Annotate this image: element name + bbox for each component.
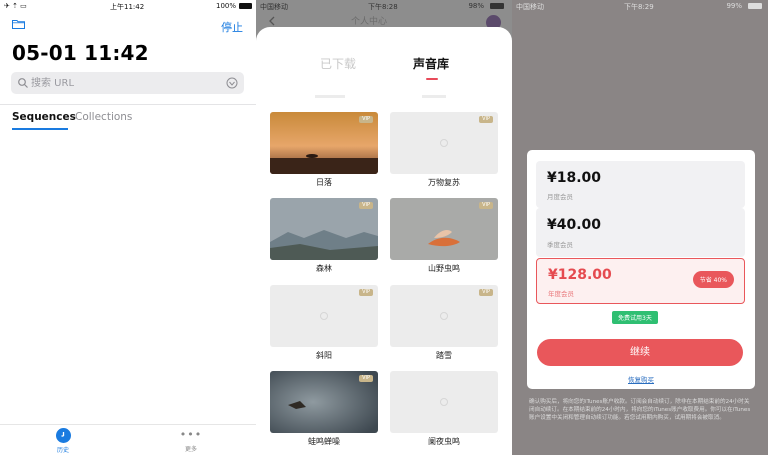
status-battery: 98% <box>468 2 484 10</box>
plan-price: ¥128.00 <box>548 267 612 283</box>
placeholder-icon <box>440 398 448 406</box>
active-tab-indicator <box>12 128 68 130</box>
status-battery: 100% <box>215 2 236 10</box>
plan-monthly[interactable]: ¥18.00 月度会员 <box>536 161 745 208</box>
sound-label: 斜阳 <box>316 351 332 360</box>
vip-badge: VIP <box>479 116 493 123</box>
active-tab-indicator <box>426 78 438 80</box>
status-bar: 中国移动 下午8:28 98% <box>256 0 512 13</box>
sound-library-screen: 中国移动 下午8:28 98% 个人中心 已下载 声音库 VIP 日落 VIP … <box>256 0 512 455</box>
status-carrier: 中国移动 <box>516 3 544 11</box>
divider <box>0 104 256 105</box>
tab-downloaded[interactable]: 已下载 <box>320 55 356 72</box>
search-icon <box>18 78 28 88</box>
status-time: 下午8:29 <box>624 3 654 11</box>
sound-card-night-insects[interactable] <box>390 371 498 433</box>
status-battery: 99% <box>726 2 742 10</box>
vip-badge: VIP <box>479 289 493 296</box>
placeholder-icon <box>320 312 328 320</box>
subscription-modal: ¥18.00 月度会员 ¥40.00 季度会员 ¥128.00 年度会员 节省 … <box>527 150 755 389</box>
sound-card-slanting-sun[interactable]: VIP <box>270 285 378 347</box>
bottom-sheet: 已下载 声音库 VIP 日落 VIP 万物复苏 VIP 森林 VIP 山野虫鸣 … <box>256 27 512 455</box>
plan-name: 季度会员 <box>547 241 573 249</box>
battery-icon <box>748 3 762 9</box>
status-time: 上午11:42 <box>110 3 145 11</box>
tabbar-divider <box>0 424 256 425</box>
tab-sound-library[interactable]: 声音库 <box>413 55 449 72</box>
savings-badge: 节省 40% <box>692 271 734 288</box>
vip-badge: VIP <box>359 116 373 123</box>
restore-purchase-link[interactable]: 恢复购买 <box>527 374 755 384</box>
subscription-screen: 中国移动 下午8:29 99% ¥18.00 月度会员 ¥40.00 季度会员 … <box>512 0 768 455</box>
vip-badge: VIP <box>359 289 373 296</box>
status-carrier: 中国移动 <box>260 3 288 11</box>
tab-collections[interactable]: Collections <box>75 111 132 123</box>
subcategory-chip[interactable] <box>315 95 345 98</box>
sound-label: 踏雪 <box>436 351 452 360</box>
sound-label: 蛙鸣蝉噪 <box>308 437 340 446</box>
vip-badge: VIP <box>359 202 373 209</box>
status-icons: ✈ ⇡ ▭ <box>4 2 27 10</box>
placeholder-icon <box>440 139 448 147</box>
sound-card-sunset[interactable]: VIP <box>270 112 378 174</box>
background-title: 个人中心 <box>351 17 388 27</box>
sound-label: 万物复苏 <box>428 178 460 187</box>
sound-label: 阑夜虫鸣 <box>428 437 460 446</box>
folder-icon[interactable] <box>12 19 25 29</box>
status-bar: 中国移动 下午8:29 99% <box>512 0 768 13</box>
tab-sequences[interactable]: Sequences <box>12 111 76 123</box>
page-title: 05-01 11:42 <box>12 41 149 65</box>
battery-icon <box>490 3 504 9</box>
tabbar-history[interactable]: 历史 <box>43 428 83 454</box>
status-bar: ✈ ⇡ ▭ 上午11:42 100% <box>0 0 256 13</box>
tabbar-more-label: 更多 <box>184 446 197 453</box>
free-trial-badge: 免费试用3天 <box>612 311 658 324</box>
more-icon: ••• <box>179 428 203 441</box>
stop-button[interactable]: 停止 <box>221 19 243 35</box>
search-bar[interactable] <box>11 72 244 94</box>
tabbar-more[interactable]: ••• 更多 <box>171 428 211 453</box>
vip-badge: VIP <box>479 202 493 209</box>
plan-price: ¥18.00 <box>547 170 602 186</box>
subcategory-chip[interactable] <box>422 95 446 98</box>
plan-yearly[interactable]: ¥128.00 年度会员 节省 40% <box>536 258 745 304</box>
plan-name: 年度会员 <box>548 290 574 298</box>
search-input[interactable] <box>31 75 211 91</box>
status-time: 下午8:28 <box>368 3 398 11</box>
sound-card-insects[interactable]: VIP <box>390 198 498 260</box>
sound-label: 森林 <box>316 264 332 273</box>
sound-card-revival[interactable]: VIP <box>390 112 498 174</box>
plan-name: 月度会员 <box>547 193 573 201</box>
vip-badge: VIP <box>359 375 373 382</box>
placeholder-icon <box>440 312 448 320</box>
subscription-terms: 确认购买后，将向您的iTunes账户收款。订阅会自动续订，除非在本期结束前的24… <box>529 399 751 421</box>
back-icon[interactable] <box>268 16 276 26</box>
sound-card-snow[interactable]: VIP <box>390 285 498 347</box>
url-history-screen: ✈ ⇡ ▭ 上午11:42 100% 停止 05-01 11:42 Sequen… <box>0 0 256 455</box>
plan-quarterly[interactable]: ¥40.00 季度会员 <box>536 208 745 257</box>
battery-icon <box>239 3 252 9</box>
sound-label: 山野虫鸣 <box>428 264 460 273</box>
tabbar-history-label: 历史 <box>56 447 69 454</box>
clock-icon <box>55 428 71 443</box>
sound-card-frogs[interactable]: VIP <box>270 371 378 433</box>
sound-label: 日落 <box>316 178 332 187</box>
sound-card-forest[interactable]: VIP <box>270 198 378 260</box>
compass-icon[interactable] <box>226 77 238 89</box>
plan-price: ¥40.00 <box>547 217 602 233</box>
continue-button[interactable]: 继续 <box>537 339 743 366</box>
